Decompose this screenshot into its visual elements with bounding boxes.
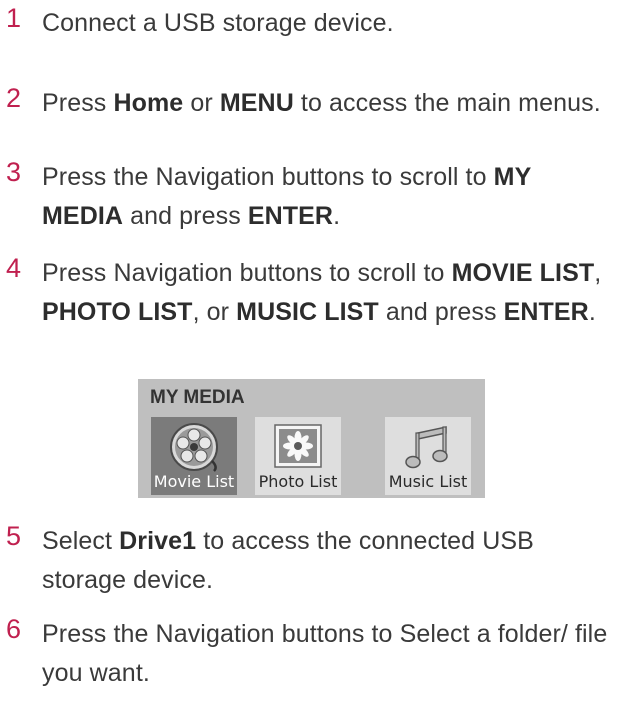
- step-number: 5: [6, 521, 22, 551]
- step-text-segment: Connect a USB storage device.: [42, 9, 394, 37]
- music-list-item[interactable]: Music List: [385, 417, 471, 495]
- step-2: 2 Press Home or MENU to access the main …: [0, 83, 612, 123]
- step-number: 3: [6, 157, 22, 187]
- step-text-segment: Select: [42, 527, 120, 555]
- step-text-segment: Press the Navigation buttons to scroll t…: [42, 163, 494, 191]
- step-text-segment: .: [333, 202, 341, 230]
- step-text: Press Home or MENU to access the main me…: [42, 84, 612, 123]
- step-text-segment: .: [588, 298, 596, 326]
- step-text-segment: and press: [378, 298, 504, 326]
- step-number: 4: [6, 253, 22, 283]
- step-keyword: Home: [113, 89, 184, 117]
- step-6: 6 Press the Navigation buttons to Select…: [0, 614, 612, 693]
- step-4: 4 Press Navigation buttons to scroll to …: [0, 253, 612, 332]
- flower-photo-icon: [274, 424, 322, 468]
- step-keyword: Drive1: [119, 527, 197, 555]
- step-text-segment: Press the Navigation buttons to Select a…: [42, 620, 608, 687]
- step-text: Press the Navigation buttons to scroll t…: [42, 158, 612, 236]
- step-text-segment: Press: [42, 89, 114, 117]
- step-keyword: MENU: [219, 89, 294, 117]
- step-number: 6: [6, 614, 22, 644]
- step-text: Select Drive1 to access the connected US…: [42, 522, 612, 600]
- step-5: 5 Select Drive1 to access the connected …: [0, 521, 612, 600]
- step-text-segment: to access the main menus.: [293, 89, 601, 117]
- step-keyword: MOVIE LIST: [451, 259, 595, 287]
- step-text-segment: Press Navigation buttons to scroll to: [42, 259, 452, 287]
- step-keyword: ENTER: [503, 298, 589, 326]
- step-text-segment: or: [183, 89, 220, 117]
- step-3: 3 Press the Navigation buttons to scroll…: [0, 157, 612, 236]
- step-text-segment: and press: [123, 202, 248, 230]
- photo-list-label: Photo List: [258, 472, 338, 491]
- step-text-segment: , or: [192, 298, 237, 326]
- step-1: 1 Connect a USB storage device.: [0, 3, 612, 43]
- film-reel-icon: [170, 423, 218, 472]
- step-keyword: ENTER: [247, 202, 334, 230]
- photo-list-item[interactable]: Photo List: [255, 417, 341, 495]
- step-keyword: MUSIC LIST: [236, 298, 379, 326]
- step-text-segment: ,: [594, 259, 602, 287]
- step-number: 2: [6, 83, 22, 113]
- step-text: Connect a USB storage device.: [42, 4, 612, 43]
- step-text: Press the Navigation buttons to Select a…: [42, 615, 612, 693]
- music-note-icon: [405, 426, 448, 469]
- movie-list-label: Movie List: [153, 472, 235, 491]
- step-keyword: PHOTO LIST: [42, 298, 193, 326]
- music-list-label: Music List: [388, 472, 468, 491]
- my-media-title: MY MEDIA: [150, 387, 245, 408]
- step-text: Press Navigation buttons to scroll to MO…: [42, 254, 612, 332]
- my-media-panel: MY MEDIA Movie List Photo List Music Lis…: [138, 379, 485, 498]
- movie-list-item[interactable]: Movie List: [151, 417, 237, 495]
- step-number: 1: [6, 3, 22, 33]
